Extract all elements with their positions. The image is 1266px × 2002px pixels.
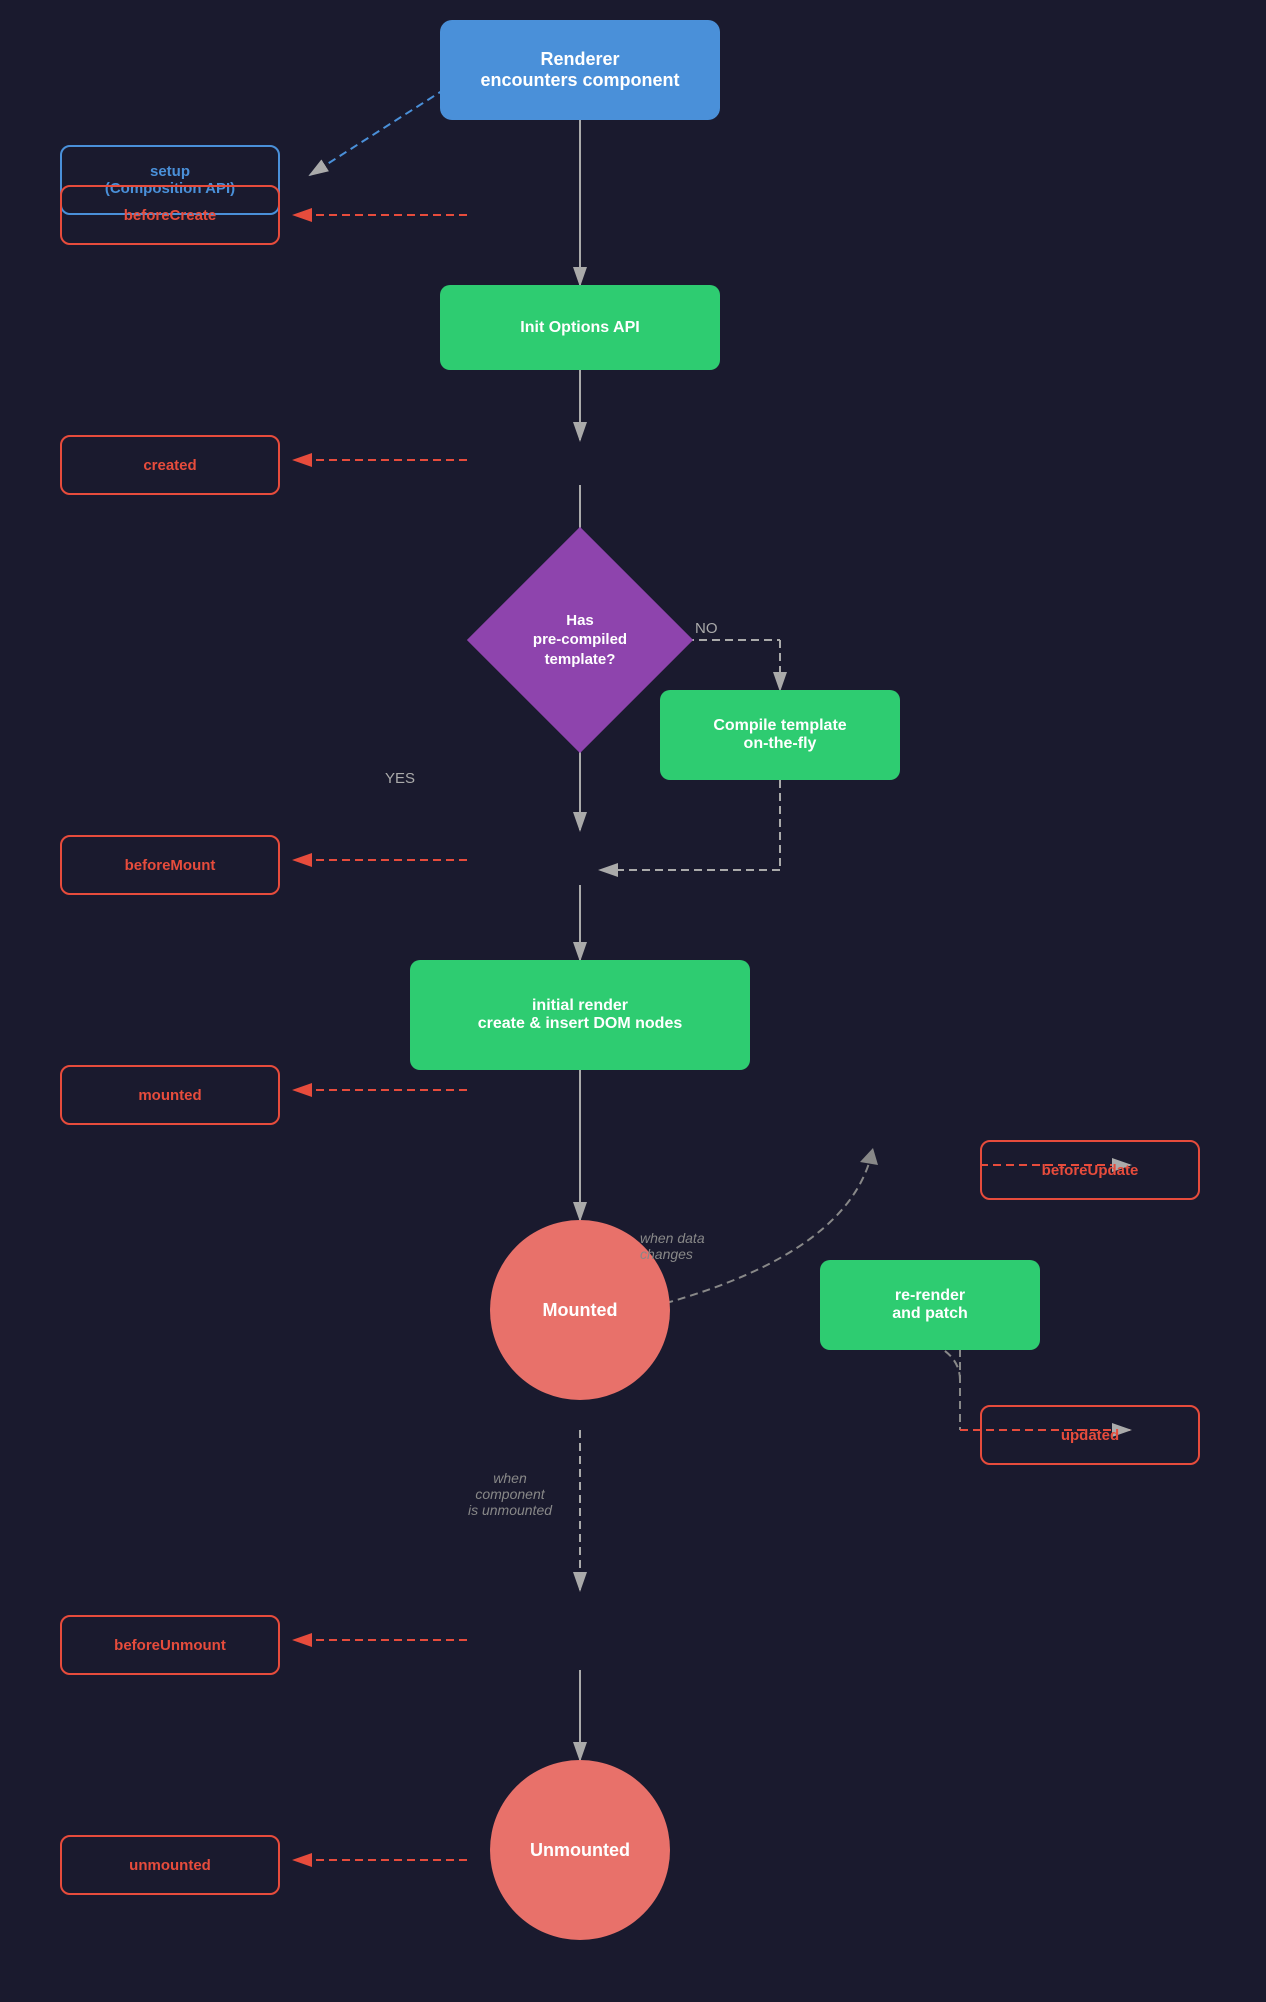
unmounted-hook-box: unmounted (60, 1835, 280, 1895)
before-create-label: beforeCreate (124, 207, 217, 224)
mounted-hook-box: mounted (60, 1065, 280, 1125)
created-label: created (143, 457, 196, 474)
yes-label: YES (385, 770, 415, 787)
when-data-changes-text: when data changes (640, 1230, 705, 1262)
compile-template-label: Compile template on-the-fly (713, 717, 846, 753)
rerender-box: re-render and patch (820, 1260, 1040, 1350)
before-update-box: beforeUpdate (980, 1140, 1200, 1200)
before-unmount-box: beforeUnmount (60, 1615, 280, 1675)
rerender-label: re-render and patch (892, 1287, 968, 1323)
when-unmounted-text: when component is unmounted (468, 1470, 552, 1518)
mounted-hook-label: mounted (138, 1087, 201, 1104)
mounted-circle-label: Mounted (543, 1300, 618, 1321)
renderer-box: Renderer encounters component (440, 20, 720, 120)
unmounted-circle-label: Unmounted (530, 1840, 630, 1861)
renderer-label: Renderer encounters component (480, 49, 679, 91)
initial-render-label: initial render create & insert DOM nodes (478, 997, 683, 1033)
before-mount-box: beforeMount (60, 835, 280, 895)
unmounted-hook-label: unmounted (129, 1857, 211, 1874)
initial-render-box: initial render create & insert DOM nodes (410, 960, 750, 1070)
diamond-label: Has pre-compiled template? (533, 611, 627, 670)
init-options-label: Init Options API (520, 319, 639, 337)
diamond-text: Has pre-compiled template? (470, 575, 690, 705)
created-box: created (60, 435, 280, 495)
when-unmounted-label: when component is unmounted (430, 1470, 590, 1518)
diagram-container: Renderer encounters component setup (Com… (0, 0, 1266, 2002)
updated-label: updated (1061, 1427, 1119, 1444)
before-update-label: beforeUpdate (1042, 1162, 1139, 1179)
unmounted-circle: Unmounted (490, 1760, 670, 1940)
no-text: NO (695, 620, 718, 637)
updated-box: updated (980, 1405, 1200, 1465)
when-data-changes-label: when data changes (640, 1230, 800, 1262)
yes-text: YES (385, 770, 415, 787)
before-unmount-label: beforeUnmount (114, 1637, 226, 1654)
init-options-box: Init Options API (440, 285, 720, 370)
before-create-box: beforeCreate (60, 185, 280, 245)
before-mount-label: beforeMount (125, 857, 216, 874)
compile-template-box: Compile template on-the-fly (660, 690, 900, 780)
no-label: NO (695, 620, 718, 637)
